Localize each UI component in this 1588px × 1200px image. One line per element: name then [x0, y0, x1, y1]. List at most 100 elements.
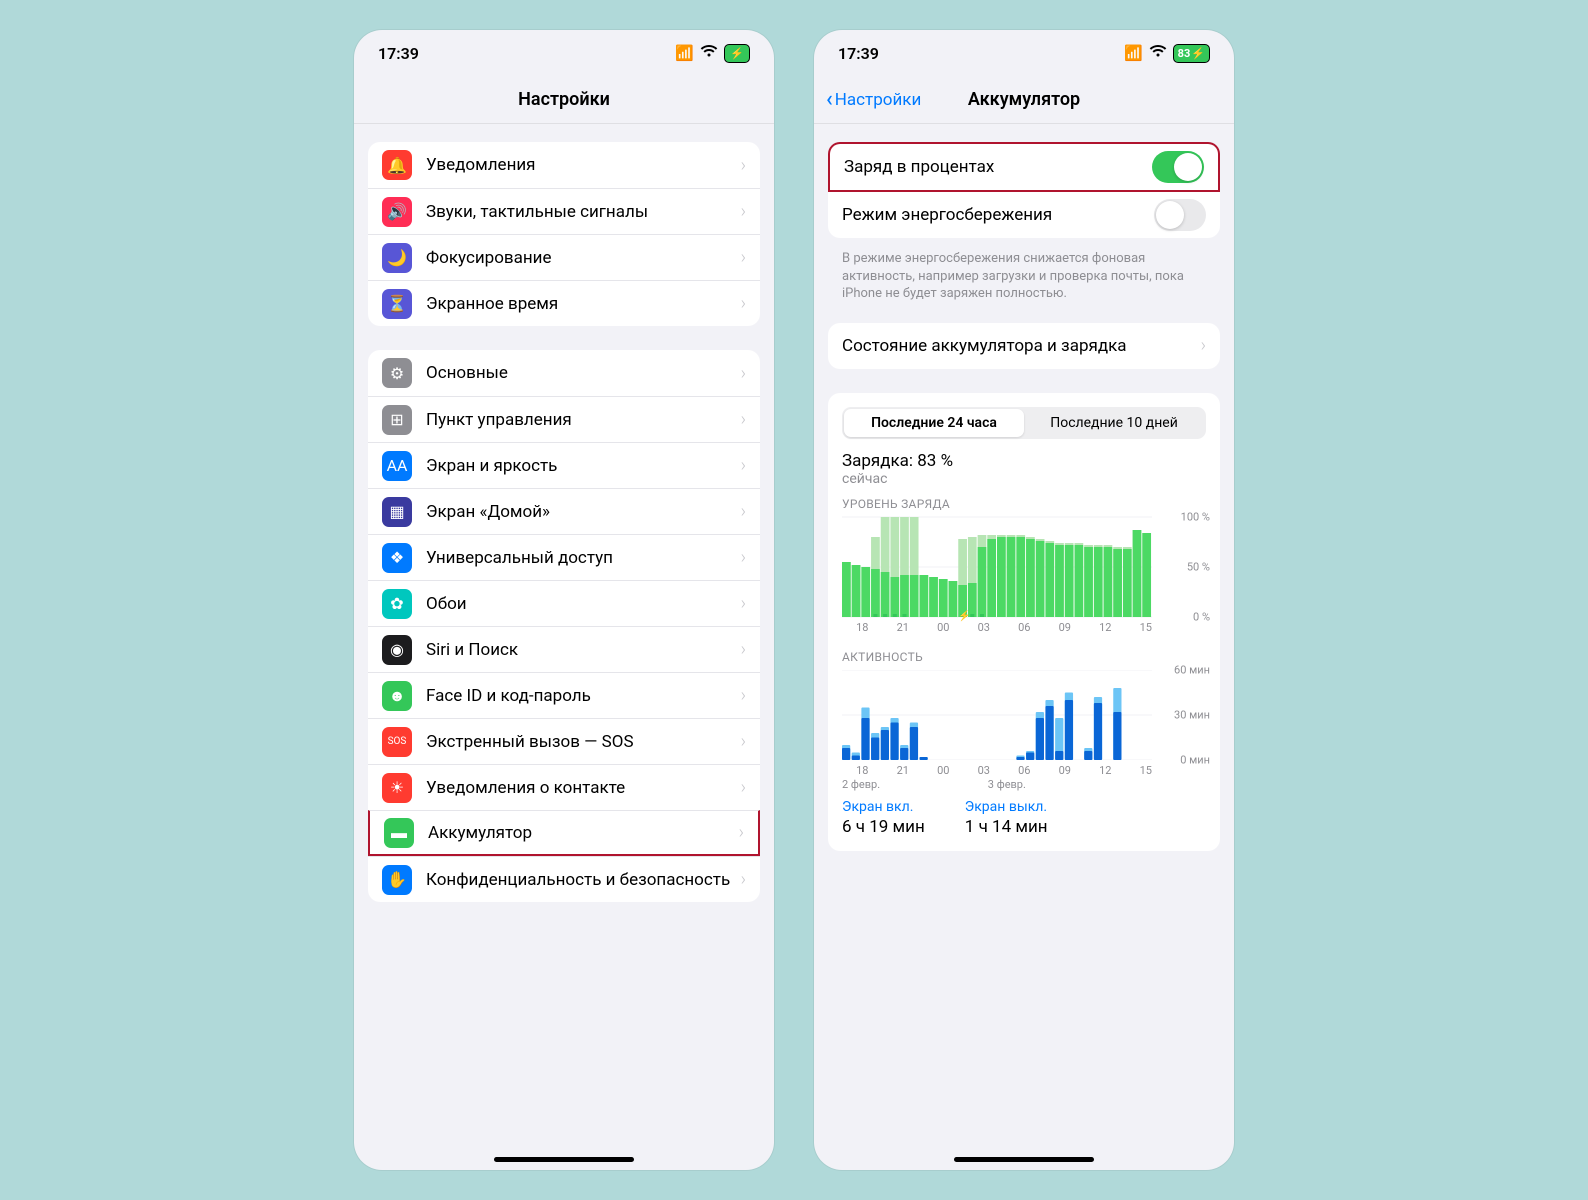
row-icon: ☀: [382, 773, 412, 803]
home-indicator[interactable]: [494, 1157, 634, 1162]
status-time: 17:39: [378, 44, 419, 63]
battery-health-group: Состояние аккумулятора и зарядка ›: [828, 323, 1220, 369]
chevron-right-icon: ›: [741, 455, 746, 476]
phone-settings: 17:39 📶 ⚡ Настройки 🔔Уведомления›🔊Звуки,…: [354, 30, 774, 1170]
chevron-right-icon: ›: [741, 777, 746, 798]
row-label: Основные: [426, 363, 741, 383]
settings-row[interactable]: ☀ Уведомления о контакте›: [368, 764, 760, 810]
segment-24h[interactable]: Последние 24 часа: [844, 409, 1024, 437]
settings-group-1: 🔔Уведомления›🔊Звуки, тактильные сигналы›…: [368, 142, 760, 326]
chevron-right-icon: ›: [741, 409, 746, 430]
settings-group-2: ⚙︎Основные›⊞Пункт управления›AAЭкран и я…: [368, 350, 760, 902]
battery-percentage-toggle[interactable]: [1152, 151, 1204, 183]
settings-row[interactable]: 🔔 Уведомления›: [368, 142, 760, 188]
row-icon: ✿: [382, 589, 412, 619]
settings-row[interactable]: 🌙Фокусирование›: [368, 234, 760, 280]
chevron-right-icon: ›: [741, 501, 746, 522]
settings-row[interactable]: SOSЭкстренный вызов — SOS›: [368, 718, 760, 764]
row-label: Экран и яркость: [426, 456, 741, 476]
row-icon: ▦: [382, 497, 412, 527]
row-icon: AA: [382, 451, 412, 481]
back-button[interactable]: ‹ Настройки: [826, 87, 921, 112]
segment-10d[interactable]: Последние 10 дней: [1024, 409, 1204, 437]
chevron-right-icon: ›: [1201, 335, 1206, 356]
chevron-left-icon: ‹: [826, 87, 833, 112]
row-icon: ⊞: [382, 405, 412, 435]
low-power-row[interactable]: Режим энергосбережения: [828, 192, 1220, 238]
settings-row[interactable]: ▦ Экран «Домой»›: [368, 488, 760, 534]
row-label: Face ID и код-пароль: [426, 686, 741, 706]
chevron-right-icon: ›: [741, 593, 746, 614]
level-x-labels: 1821000306091215: [842, 621, 1206, 634]
low-power-label: Режим энергосбережения: [842, 205, 1154, 225]
settings-row[interactable]: ◉Siri и Поиск›: [368, 626, 760, 672]
settings-row[interactable]: ⚙︎ Основные›: [368, 350, 760, 396]
chevron-right-icon: ›: [741, 155, 746, 176]
row-icon: ◉: [382, 635, 412, 665]
charge-sub: сейчас: [842, 471, 1206, 487]
battery-content[interactable]: Заряд в процентах Режим энергосбережения…: [814, 124, 1234, 1170]
row-icon: 🔔: [382, 150, 412, 180]
row-label: Пункт управления: [426, 410, 741, 430]
row-icon: 🔊: [382, 197, 412, 227]
chevron-right-icon: ›: [741, 685, 746, 706]
battery-percentage-row-wrap: Заряд в процентах: [828, 142, 1220, 190]
low-power-toggle[interactable]: [1154, 199, 1206, 231]
chevron-right-icon: ›: [741, 547, 746, 568]
row-label: Экстренный вызов — SOS: [426, 732, 741, 752]
battery-usage-card: Последние 24 часа Последние 10 дней Заря…: [828, 393, 1220, 851]
settings-row[interactable]: ☻ Face ID и код-пароль›: [368, 672, 760, 718]
wifi-icon: [700, 44, 718, 62]
settings-row[interactable]: ⊞ Пункт управления›: [368, 396, 760, 442]
chevron-right-icon: ›: [741, 201, 746, 222]
page-title: Аккумулятор: [968, 89, 1080, 110]
chevron-right-icon: ›: [741, 869, 746, 890]
screen-off-summary: Экран выкл. 1 ч 14 мин: [965, 799, 1048, 837]
time-range-segmented[interactable]: Последние 24 часа Последние 10 дней: [842, 407, 1206, 439]
level-chart-title: УРОВЕНЬ ЗАРЯДА: [842, 497, 1206, 511]
activity-chart: 60 мин 30 мин 0 мин: [842, 670, 1206, 760]
row-icon: ⚙︎: [382, 358, 412, 388]
status-bar: 17:39 📶 83⚡: [814, 30, 1234, 76]
row-icon: SOS: [382, 727, 412, 757]
battery-health-row[interactable]: Состояние аккумулятора и зарядка ›: [828, 323, 1220, 369]
status-bar: 17:39 📶 ⚡: [354, 30, 774, 76]
chevron-right-icon: ›: [741, 363, 746, 384]
phone-battery: 17:39 📶 83⚡ ‹ Настройки Аккумулятор Заря…: [814, 30, 1234, 1170]
row-label: Siri и Поиск: [426, 640, 741, 660]
status-time: 17:39: [838, 44, 879, 63]
row-icon: ☻: [382, 681, 412, 711]
settings-row[interactable]: ✿Обои›: [368, 580, 760, 626]
home-indicator[interactable]: [954, 1157, 1094, 1162]
settings-row[interactable]: 🔊Звуки, тактильные сигналы›: [368, 188, 760, 234]
settings-content[interactable]: 🔔Уведомления›🔊Звуки, тактильные сигналы›…: [354, 124, 774, 1170]
cellular-icon: 📶: [675, 44, 694, 62]
row-label: Экранное время: [426, 294, 741, 314]
row-icon: ▬: [384, 818, 414, 848]
usage-summary: Экран вкл. 6 ч 19 мин Экран выкл. 1 ч 14…: [842, 799, 1206, 837]
wifi-icon: [1149, 44, 1167, 62]
row-label: Уведомления о контакте: [426, 778, 741, 798]
settings-row[interactable]: ▬Аккумулятор›: [368, 810, 760, 856]
page-title: Настройки: [518, 89, 610, 110]
chevron-right-icon: ›: [739, 822, 744, 843]
row-icon: 🌙: [382, 243, 412, 273]
low-power-footnote: В режиме энергосбережения снижается фоно…: [828, 244, 1220, 303]
settings-row[interactable]: ✋Конфиденциальность и безопасность›: [368, 856, 760, 902]
cellular-icon: 📶: [1124, 44, 1143, 62]
battery-icon: 83⚡: [1173, 44, 1210, 63]
low-power-wrap: Режим энергосбережения: [828, 190, 1220, 238]
battery-percentage-row[interactable]: Заряд в процентах: [830, 144, 1218, 190]
row-label: Экран «Домой»: [426, 502, 741, 522]
row-label: Конфиденциальность и безопасность: [426, 870, 741, 890]
row-icon: ⏳: [382, 289, 412, 319]
battery-health-label: Состояние аккумулятора и зарядка: [842, 336, 1201, 356]
settings-row[interactable]: ❖Универсальный доступ›: [368, 534, 760, 580]
nav-header: Настройки: [354, 76, 774, 124]
svg-text:⚡: ⚡: [958, 609, 970, 622]
back-label: Настройки: [835, 90, 922, 110]
row-icon: ❖: [382, 543, 412, 573]
settings-row[interactable]: AA Экран и яркость›: [368, 442, 760, 488]
settings-row[interactable]: ⏳Экранное время›: [368, 280, 760, 326]
row-label: Уведомления: [426, 155, 741, 175]
